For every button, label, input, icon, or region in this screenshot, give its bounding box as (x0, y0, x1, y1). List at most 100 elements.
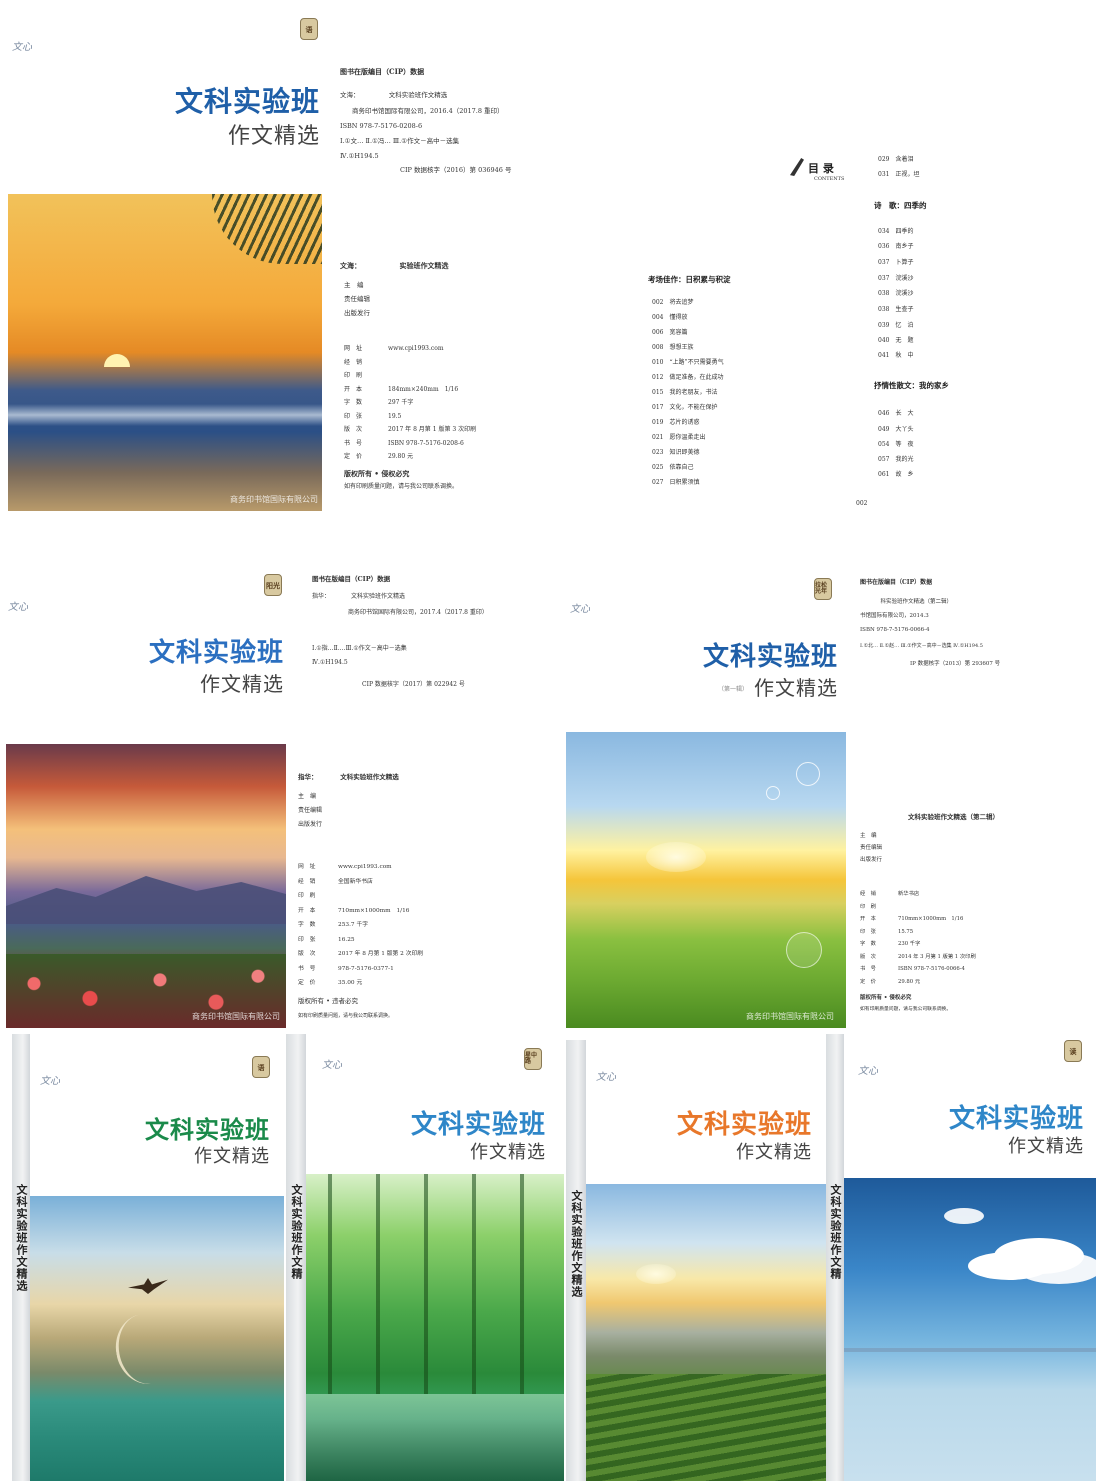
toc-row[interactable]: 025 依靠自己 (652, 462, 693, 471)
spec-key: 字 数 (298, 922, 316, 928)
book-cover-7: 文科实验班作文精 文心 读 文科实验班 作文精选 (826, 1034, 1096, 1481)
palm-leaf (212, 194, 322, 264)
brand-logo: 文心 (570, 604, 590, 615)
cip-line: 商务印书馆国际有限公司，2016.4（2017.8 重印） (352, 107, 504, 115)
toc-entry: 我的光 (895, 456, 914, 463)
rights: 版权所有 • 侵权必究 (344, 469, 410, 478)
toc-row[interactable]: 040 无 题 (878, 335, 913, 344)
series-badge: 拉松光年 (814, 578, 832, 600)
cover-title: 文科实验班 (702, 642, 838, 672)
cover-title: 文科实验班 (948, 1104, 1084, 1134)
sun-glow (636, 1264, 676, 1284)
toc-page: 目 录 CONTENTS 考场佳作：日积累与积淀 002 将去追梦 004 懂得… (622, 116, 1096, 516)
toc-row[interactable]: 008 想想王族 (652, 342, 693, 351)
spec-key: 印 张 (344, 412, 363, 420)
toc-row[interactable]: 017 文化，不能在保护 (652, 402, 717, 411)
toc-row[interactable]: 041 秋 中 (878, 350, 913, 359)
cover-title: 文科实验班 (410, 1110, 546, 1140)
spec-list: 网 址 www.cpi1993.com 经 销 印 刷 开 本 184mm×240m… (344, 342, 476, 464)
toc-page-num: 037 (878, 259, 890, 266)
cloud (994, 1238, 1084, 1274)
book-cover-6: 文科实验班作文精选 文心 文科实验班 作文精选 (566, 1040, 826, 1481)
toc-entry: 无 题 (895, 337, 914, 344)
cip-line: 商务印书馆国际有限公司，2017.4（2017.8 重印） (348, 609, 488, 616)
spec-key: 版 次 (860, 953, 876, 960)
brand-logo: 文心 (858, 1066, 878, 1077)
toc-row[interactable]: 002 将去追梦 (652, 297, 693, 306)
spec-value: 15.75 (898, 928, 914, 935)
toc-row[interactable]: 046 长 大 (878, 408, 913, 417)
toc-page-num: 008 (652, 344, 664, 351)
cover-title: 文科实验班 (676, 1110, 812, 1140)
rights-note: 如有印刷质量问题，请与我公司联系调换。 (860, 1007, 952, 1012)
brand-logo: 文心 (12, 42, 32, 53)
cip-line: Ⅳ.①H194.5 (340, 152, 379, 160)
toc-row[interactable]: 036 南乡子 (878, 241, 913, 250)
spec-key: 经 销 (860, 891, 876, 897)
toc-page-num: 046 (878, 410, 890, 417)
toc-row[interactable]: 010 “上路”不只需要勇气 (652, 357, 724, 366)
toc-row[interactable]: 031 正视，坦 (878, 169, 919, 178)
toc-row[interactable]: 054 等 夜 (878, 439, 913, 448)
toc-row[interactable]: 027 日积累须慎 (652, 477, 699, 486)
toc-page-num: 054 (878, 441, 890, 448)
spec-value: 2017 年 8 月第 1 版第 3 次印刷 (388, 426, 477, 433)
toc-row[interactable]: 037 浣溪沙 (878, 273, 913, 282)
book-cover-1: 文心 语 文科实验班 作文精选 商务印书馆国际有限公司 (8, 14, 322, 511)
book-spine: 文科实验班作文精 (286, 1034, 306, 1481)
cip-line: ISBN 978-7-5176-0066-4 (860, 627, 930, 633)
toc-row[interactable]: 004 懂得放 (652, 312, 687, 321)
toc-row[interactable]: 038 生查子 (878, 304, 913, 313)
cip-page-1: 图书在版编目（CIP）数据 文海： 文科实验班作文精选 商务印书馆国际有限公司，… (330, 60, 610, 500)
toc-row[interactable]: 039 忆 泊 (878, 320, 913, 329)
spec-key: 网 址 (344, 345, 363, 352)
spec-key: 字 数 (344, 399, 363, 406)
cip-line: 文海： 文科实验班作文精选 (340, 91, 448, 99)
spec-value: 全国新华书店 (338, 878, 373, 885)
toc-row[interactable]: 034 四季的 (878, 226, 913, 235)
toc-row[interactable]: 057 我的光 (878, 454, 913, 463)
series-badge: 星中路 (524, 1048, 542, 1070)
book-spine: 文科实验班作文精选 (566, 1040, 586, 1481)
cover-subtitle: 作文精选 (194, 1146, 270, 1167)
toc-row[interactable]: 019 芯片的诱惑 (652, 417, 699, 426)
book-line: 文科实验班作文精选（第二辑） (908, 813, 999, 821)
toc-page-num: 039 (878, 322, 890, 329)
toc-section: 诗 歌：四季的 (874, 201, 927, 210)
spec-value: 新华书店 (898, 891, 920, 897)
toc-row[interactable]: 006 宽容篇 (652, 327, 687, 336)
spec-key: 印 刷 (298, 893, 316, 899)
river (110, 1309, 182, 1389)
toc-row[interactable]: 012 做足准备，在此成功 (652, 372, 723, 381)
toc-entry: 长 大 (895, 410, 914, 417)
cip-heading: 图书在版编目（CIP）数据 (312, 575, 391, 583)
spec-list: 网 址 www.cpi1993.com 经 销 全国新华书店 印 刷 开 本 710m… (298, 860, 423, 991)
spec-value: ISBN 978-7-5176-0066-4 (898, 966, 965, 972)
mountain-ridge (6, 876, 286, 924)
spec-value: 2014 年 3 月第 1 版第 1 次印刷 (898, 953, 976, 960)
toc-row[interactable]: 049 大丫头 (878, 424, 913, 433)
spine-title: 文科实验班作文精选 (570, 1190, 583, 1298)
toc-row[interactable]: 021 愿你温柔走出 (652, 432, 705, 441)
toc-page-num: 015 (652, 389, 664, 396)
toc-entry: 等 夜 (895, 441, 914, 448)
toc-row[interactable]: 023 知识即美德 (652, 447, 699, 456)
series-badge: 读 (1064, 1040, 1082, 1062)
toc-entry: 卜算子 (895, 259, 914, 266)
toc-row[interactable]: 015 我的老朋友，书法 (652, 387, 717, 396)
toc-page-num: 049 (878, 426, 890, 433)
role: 主 编 (860, 833, 877, 839)
spec-key: 定 价 (344, 453, 363, 460)
bubble (786, 932, 822, 968)
spec-key: 经 销 (298, 878, 316, 885)
cip-line: IP 数据核字（2013）第 293607 号 (910, 661, 1001, 667)
toc-entry: 故 乡 (895, 471, 914, 478)
spec-value: 29.80 元 (898, 978, 921, 985)
toc-row[interactable]: 061 故 乡 (878, 469, 913, 478)
spec-key: 经 销 (344, 358, 363, 366)
spec-key: 版 次 (344, 426, 363, 433)
toc-row[interactable]: 037 卜算子 (878, 257, 913, 266)
spec-key: 印 张 (298, 936, 316, 943)
toc-row[interactable]: 029 含着泪 (878, 154, 913, 163)
toc-row[interactable]: 038 浣溪沙 (878, 288, 913, 297)
